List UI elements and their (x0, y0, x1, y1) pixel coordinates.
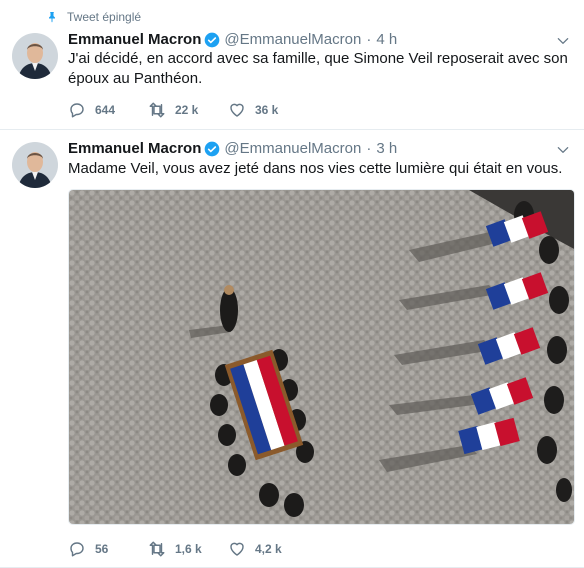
retweet-count: 22 k (175, 103, 199, 117)
retweet-icon (149, 541, 165, 557)
separator: · (366, 31, 372, 48)
separator: · (366, 140, 372, 157)
tweet-text: J'ai décidé, en accord avec sa famille, … (68, 50, 568, 87)
tweet-pinned[interactable]: Tweet épinglé Emmanuel Macron @EmmanuelM… (0, 0, 584, 130)
reply-icon (70, 542, 84, 557)
chevron-down-icon[interactable] (556, 34, 570, 48)
tweet-text: Madame Veil, vous avez jeté dans nos vie… (68, 160, 563, 177)
verified-badge-icon (205, 141, 220, 156)
tweet-header: Emmanuel Macron @EmmanuelMacron · 3 h (68, 140, 397, 157)
reply-icon (70, 103, 84, 118)
retweet-icon (149, 102, 165, 118)
author-name[interactable]: Emmanuel Macron (68, 140, 201, 157)
tweet-header: Emmanuel Macron @EmmanuelMacron · 4 h (68, 31, 397, 48)
avatar[interactable] (12, 33, 58, 79)
verified-badge-icon (205, 32, 220, 47)
tweet[interactable]: Emmanuel Macron @EmmanuelMacron · 3 h Ma… (0, 130, 584, 568)
reply-button[interactable]: 644 (68, 101, 148, 119)
retweet-button[interactable]: 1,6 k (148, 540, 228, 558)
like-icon (230, 103, 244, 117)
timestamp[interactable]: 4 h (376, 31, 397, 48)
timestamp[interactable]: 3 h (376, 140, 397, 157)
like-button[interactable]: 4,2 k (228, 540, 308, 558)
tweet-actions: 56 1,6 k 4,2 k (68, 540, 308, 558)
reply-button[interactable]: 56 (68, 540, 148, 558)
author-name[interactable]: Emmanuel Macron (68, 31, 201, 48)
retweet-count: 1,6 k (175, 542, 202, 556)
pinned-indicator: Tweet épinglé (46, 10, 141, 24)
reply-count: 644 (95, 103, 116, 117)
author-handle[interactable]: @EmmanuelMacron (224, 31, 361, 48)
retweet-button[interactable]: 22 k (148, 101, 228, 119)
like-count: 36 k (255, 103, 279, 117)
like-icon (230, 542, 244, 556)
like-count: 4,2 k (255, 542, 282, 556)
pinned-label: Tweet épinglé (67, 10, 142, 24)
chevron-down-icon[interactable] (556, 143, 570, 157)
avatar[interactable] (12, 142, 58, 188)
tweet-photo[interactable] (68, 189, 575, 525)
author-handle[interactable]: @EmmanuelMacron (224, 140, 361, 157)
like-button[interactable]: 36 k (228, 101, 308, 119)
reply-count: 56 (95, 542, 109, 556)
tweet-actions: 644 22 k 36 k (68, 101, 308, 119)
pin-icon (49, 12, 55, 23)
